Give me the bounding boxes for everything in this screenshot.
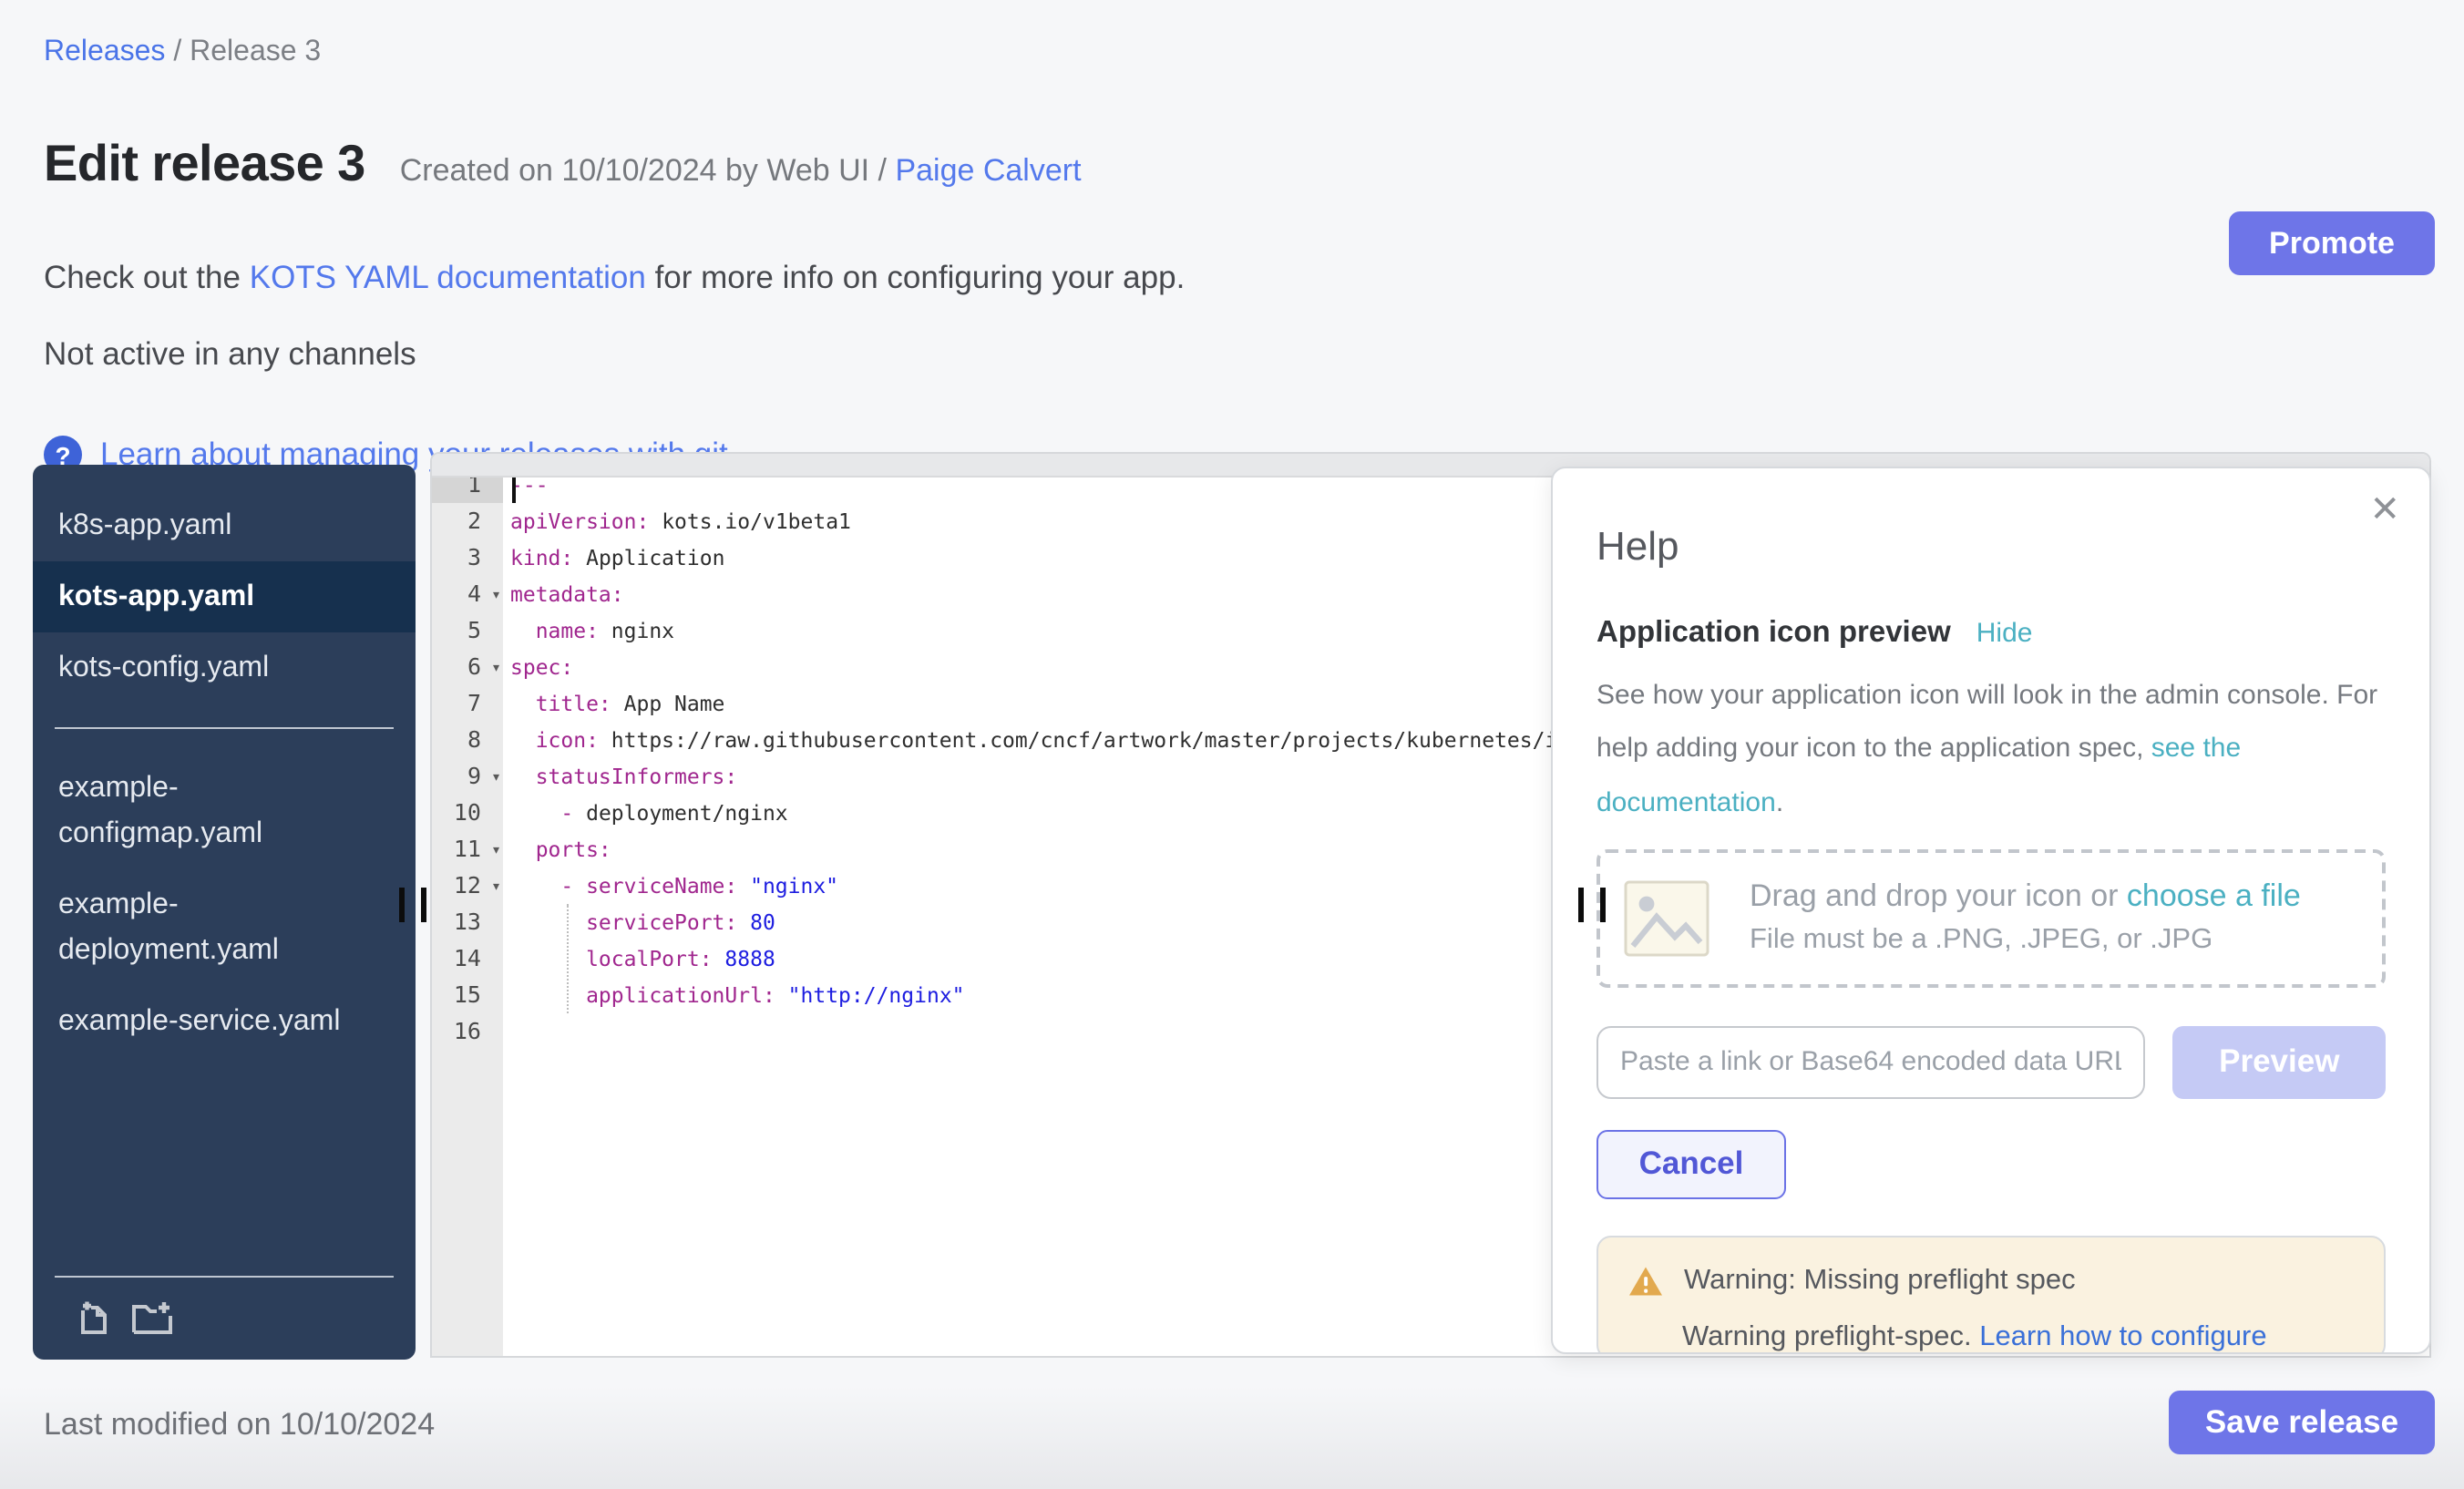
gutter-line-13[interactable]: 13	[432, 904, 503, 940]
help-panel-title: Help	[1596, 523, 2386, 570]
preview-button[interactable]: Preview	[2173, 1026, 2386, 1099]
editor-resize-handle[interactable]	[1578, 888, 1606, 922]
gutter-line-12[interactable]: 12▾	[432, 868, 503, 904]
release-workspace: k8s-app.yamlkots-app.yamlkots-config.yam…	[33, 452, 2431, 1360]
breadcrumb-separator: /	[173, 36, 190, 67]
resize-bar	[1600, 888, 1606, 922]
warning-icon	[1627, 1265, 1664, 1298]
page-title: Edit release 3	[44, 135, 365, 193]
gutter-line-10[interactable]: 10	[432, 795, 503, 831]
resize-bar	[1578, 888, 1584, 922]
choose-file-link[interactable]: choose a file	[2127, 879, 2301, 914]
resize-bar	[399, 888, 405, 922]
breadcrumb-releases-link[interactable]: Releases	[44, 36, 165, 67]
sidebar-footer-divider	[55, 1276, 394, 1278]
sidebar-file-example-configmap.yaml[interactable]: example-configmap.yaml	[33, 753, 416, 869]
title-row: Edit release 3 Created on 10/10/2024 by …	[44, 135, 1082, 193]
close-icon[interactable]: ✕	[2369, 487, 2400, 532]
gutter-line-11[interactable]: 11▾	[432, 831, 503, 868]
add-folder-icon[interactable]	[131, 1299, 173, 1336]
save-release-button[interactable]: Save release	[2169, 1391, 2435, 1454]
gutter-line-6[interactable]: 6▾	[432, 649, 503, 685]
file-sidebar: k8s-app.yamlkots-app.yamlkots-config.yam…	[33, 465, 416, 1360]
warning-detail: Warning preflight-spec. Learn how to con…	[1682, 1321, 2355, 1354]
configure-preflight-link[interactable]: Learn how to configure	[1979, 1321, 2266, 1352]
promote-button[interactable]: Promote	[2229, 211, 2435, 275]
gutter-line-14[interactable]: 14	[432, 940, 503, 977]
fold-icon[interactable]: ▾	[491, 760, 501, 796]
dropzone-requirements: File must be a .PNG, .JPEG, or .JPG	[1750, 925, 2301, 958]
image-placeholder-icon	[1624, 880, 1709, 957]
breadcrumb-current: Release 3	[190, 36, 321, 67]
footer: Last modified on 10/10/2024 Save release	[0, 1360, 2464, 1489]
gutter-line-16[interactable]: 16	[432, 1013, 503, 1050]
fold-icon[interactable]: ▾	[491, 833, 501, 869]
gutter-line-7[interactable]: 7	[432, 685, 503, 722]
last-modified-text: Last modified on 10/10/2024	[44, 1407, 435, 1443]
gutter-line-15[interactable]: 15	[432, 977, 503, 1013]
gutter-line-3[interactable]: 3	[432, 539, 503, 576]
icon-preview-title: Application icon preview	[1596, 616, 1951, 651]
file-list-top: k8s-app.yamlkots-app.yamlkots-config.yam…	[33, 490, 416, 703]
gutter-line-2[interactable]: 2	[432, 503, 503, 539]
add-file-icon[interactable]	[75, 1299, 109, 1336]
docs-line: Check out the KOTS YAML documentation fo…	[44, 259, 1185, 297]
preflight-warning: Warning: Missing preflight spec Warning …	[1596, 1236, 2386, 1355]
sidebar-file-kots-app.yaml[interactable]: kots-app.yaml	[33, 561, 416, 632]
sidebar-file-example-deployment.yaml[interactable]: example-deployment.yaml	[33, 869, 416, 986]
gutter-line-5[interactable]: 5	[432, 612, 503, 649]
icon-url-input[interactable]	[1596, 1026, 2146, 1099]
icon-preview-description: See how your application icon will look …	[1596, 669, 2420, 829]
sidebar-file-kots-config.yaml[interactable]: kots-config.yaml	[33, 632, 416, 703]
sidebar-divider	[55, 727, 394, 729]
help-panel: ✕ Help Application icon preview Hide See…	[1551, 467, 2431, 1354]
gutter-line-9[interactable]: 9▾	[432, 758, 503, 795]
sidebar-footer	[33, 1276, 416, 1360]
sidebar-resize-handle[interactable]	[399, 888, 426, 922]
indent-guide	[567, 904, 569, 1013]
fold-icon[interactable]: ▾	[491, 869, 501, 906]
gutter-line-8[interactable]: 8	[432, 722, 503, 758]
sidebar-file-example-service.yaml[interactable]: example-service.yaml	[33, 986, 416, 1057]
icon-dropzone[interactable]: Drag and drop your icon or choose a file…	[1596, 849, 2386, 988]
text-cursor	[512, 478, 516, 503]
sidebar-file-k8s-app.yaml[interactable]: k8s-app.yaml	[33, 490, 416, 561]
editor-gutter-column: 1234▾56▾789▾1011▾12▾13141516	[432, 478, 503, 1356]
file-list-bottom: example-configmap.yamlexample-deployment…	[33, 753, 416, 1057]
created-on-text: Created on 10/10/2024 by Web UI / Paige …	[400, 153, 1082, 190]
dropzone-text: Drag and drop your icon or choose a file	[1750, 879, 2301, 916]
gutter-line-1[interactable]: 1	[432, 478, 503, 503]
breadcrumb: Releases / Release 3	[44, 36, 321, 69]
fold-icon[interactable]: ▾	[491, 651, 501, 687]
channel-status: Not active in any channels	[44, 335, 416, 374]
warning-text: Warning: Missing preflight spec	[1684, 1265, 2076, 1298]
gutter-line-4[interactable]: 4▾	[432, 576, 503, 612]
hide-link[interactable]: Hide	[1976, 618, 2033, 649]
editor-gutter: 1234▾56▾789▾1011▾12▾13141516	[432, 478, 503, 1050]
cancel-button[interactable]: Cancel	[1596, 1130, 1786, 1199]
created-by-link[interactable]: Paige Calvert	[895, 153, 1081, 188]
fold-icon[interactable]: ▾	[491, 578, 501, 614]
resize-bar	[421, 888, 426, 922]
kots-yaml-docs-link[interactable]: KOTS YAML documentation	[250, 259, 646, 295]
